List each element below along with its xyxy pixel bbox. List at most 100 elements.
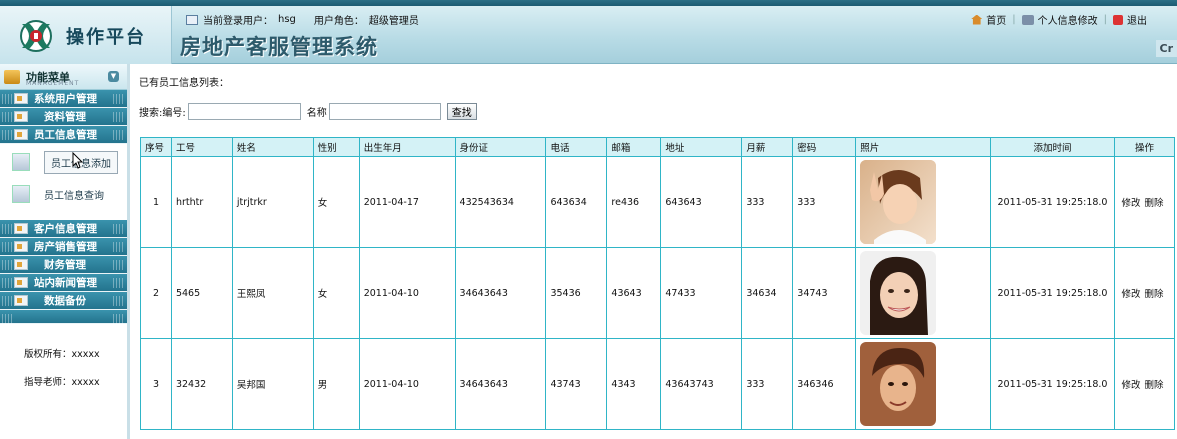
sidebar-item-system-users[interactable]: 系统用户管理 (0, 90, 127, 108)
sidebar-item-sales[interactable]: 房产销售管理 (0, 238, 127, 256)
table-row: 2 5465 王熙凤 女 2011-04-10 34643643 35436 4… (140, 247, 1176, 339)
submenu-item-label: 员工信息查询 (44, 190, 104, 202)
cell-actions: 修改 删除 (1113, 338, 1176, 430)
cell-birth: 2011-04-17 (358, 156, 456, 248)
table-row: 1 hrthtr jtrjtrkr 女 2011-04-17 432543634… (140, 156, 1176, 248)
cell-salary: 333 (741, 338, 794, 430)
column-header: 身份证 (454, 137, 547, 157)
column-header: 密码 (792, 137, 857, 157)
cell-photo (855, 156, 992, 248)
cell-added-time: 2011-05-31 19:25:18.0 (990, 338, 1115, 430)
cell-added-time: 2011-05-31 19:25:18.0 (990, 247, 1115, 339)
cell-email: 4343 (606, 338, 662, 430)
menu-subtitle: MANAGEMENT (26, 80, 80, 87)
column-header: 性别 (312, 137, 360, 157)
menu-item-icon (14, 93, 28, 104)
submenu-item-add-employee[interactable]: 员工信息添加 (12, 150, 127, 174)
cell-emp-id: 5465 (170, 247, 233, 339)
sidebar-item-finance[interactable]: 财务管理 (0, 256, 127, 274)
cell-added-time: 2011-05-31 19:25:18.0 (990, 156, 1115, 248)
young-man-photo (860, 342, 937, 426)
bank-logo-icon (20, 20, 52, 52)
logo-text: 操作平台 (66, 27, 146, 48)
main-content: 已有员工信息列表： 搜索:编号: 名称 查找 序号 工号 姓名 性别 出生年月 … (133, 64, 1177, 439)
column-header: 电话 (545, 137, 608, 157)
sidebar-item-label: 财务管理 (44, 259, 86, 271)
teacher-text: 指导老师：xxxxx (24, 377, 100, 388)
cell-emp-id: 32432 (170, 338, 233, 430)
current-user-value: hsg (278, 14, 296, 25)
search-name-input[interactable] (328, 103, 441, 120)
sidebar-item-label: 站内新闻管理 (34, 277, 97, 289)
profile-edit-link[interactable]: 个人信息修改 (1038, 12, 1098, 27)
sidebar-item-employees[interactable]: 员工信息管理 (0, 126, 127, 144)
cell-name: 吴邦国 (231, 338, 314, 430)
logout-icon[interactable] (1113, 14, 1123, 25)
table-header-row: 序号 工号 姓名 性别 出生年月 身份证 电话 邮箱 地址 月薪 密码 照片 添… (140, 137, 1176, 157)
logout-link[interactable]: 退出 (1127, 12, 1147, 27)
cell-password: 34743 (792, 247, 857, 339)
column-header: 出生年月 (358, 137, 456, 157)
user-window-icon (186, 14, 198, 25)
sidebar-item-label: 数据备份 (44, 295, 86, 307)
sidebar-footer-bar (0, 310, 127, 324)
cell-emp-id: hrthtr (170, 156, 233, 248)
cell-no: 2 (140, 247, 172, 339)
cell-password: 333 (792, 156, 857, 248)
cell-photo (855, 247, 992, 339)
current-user-label: 当前登录用户： (203, 16, 273, 27)
cell-actions: 修改 删除 (1113, 156, 1176, 248)
cell-address: 47433 (660, 247, 743, 339)
submenu-item-query-employee[interactable]: 员工信息查询 (12, 182, 127, 206)
search-id-input[interactable] (187, 103, 301, 120)
menu-item-icon (14, 295, 28, 306)
edit-link[interactable]: 修改 (1121, 289, 1140, 300)
delete-link[interactable]: 删除 (1144, 380, 1163, 391)
edit-link[interactable]: 修改 (1121, 380, 1140, 391)
edit-link[interactable]: 修改 (1121, 198, 1140, 209)
edit-profile-icon[interactable] (1021, 14, 1034, 25)
sidebar-item-customers[interactable]: 客户信息管理 (0, 220, 127, 238)
cell-password: 346346 (792, 338, 857, 430)
cell-phone: 43743 (545, 338, 608, 430)
cell-birth: 2011-04-10 (358, 247, 456, 339)
sidebar-item-backup[interactable]: 数据备份 (0, 292, 127, 310)
collapse-menu-icon[interactable]: ▼ (108, 71, 119, 82)
delete-link[interactable]: 删除 (1144, 289, 1163, 300)
cell-id-card: 34643643 (454, 247, 547, 339)
system-title: 房地产客服管理系统 (180, 34, 378, 59)
role-label: 用户角色： (313, 16, 364, 27)
right-edge-text: Cr (1155, 40, 1177, 57)
mouse-cursor-icon (72, 152, 84, 169)
column-header: 照片 (855, 137, 992, 157)
cell-salary: 34634 (741, 247, 794, 339)
delete-link[interactable]: 删除 (1144, 198, 1163, 209)
home-link[interactable]: 首页 (986, 12, 1006, 27)
search-bar: 搜索:编号: 名称 查找 (139, 103, 477, 120)
cell-name: jtrjtrkr (231, 156, 314, 248)
sidebar-item-documents[interactable]: 资料管理 (0, 108, 127, 126)
column-header: 添加时间 (990, 137, 1115, 157)
column-header: 地址 (660, 137, 743, 157)
employee-submenu: 员工信息添加 员工信息查询 (0, 144, 127, 220)
add-employee-icon (12, 153, 30, 171)
menu-header: 功能菜单 MANAGEMENT ▼ (0, 64, 127, 90)
home-icon[interactable] (971, 14, 983, 25)
search-button[interactable]: 查找 (446, 103, 477, 120)
sidebar-item-label: 客户信息管理 (34, 223, 97, 235)
menu-item-icon (14, 241, 28, 252)
column-header: 序号 (140, 137, 172, 157)
top-links: 首页 | 个人信息修改 | 退出 (971, 12, 1147, 27)
sidebar-item-label: 员工信息管理 (34, 129, 97, 141)
menu-item-icon (14, 129, 28, 140)
table-row: 3 32432 吴邦国 男 2011-04-10 34643643 43743 … (140, 338, 1176, 430)
sidebar-item-label: 房产销售管理 (34, 241, 97, 253)
cell-salary: 333 (741, 156, 794, 248)
cell-name: 王熙凤 (231, 247, 314, 339)
cell-no: 1 (140, 156, 172, 248)
cell-id-card: 432543634 (454, 156, 547, 248)
logo-area: 操作平台 (0, 6, 172, 64)
cell-gender: 女 (312, 247, 360, 339)
smiling-woman-photo (860, 251, 937, 335)
sidebar-item-news[interactable]: 站内新闻管理 (0, 274, 127, 292)
